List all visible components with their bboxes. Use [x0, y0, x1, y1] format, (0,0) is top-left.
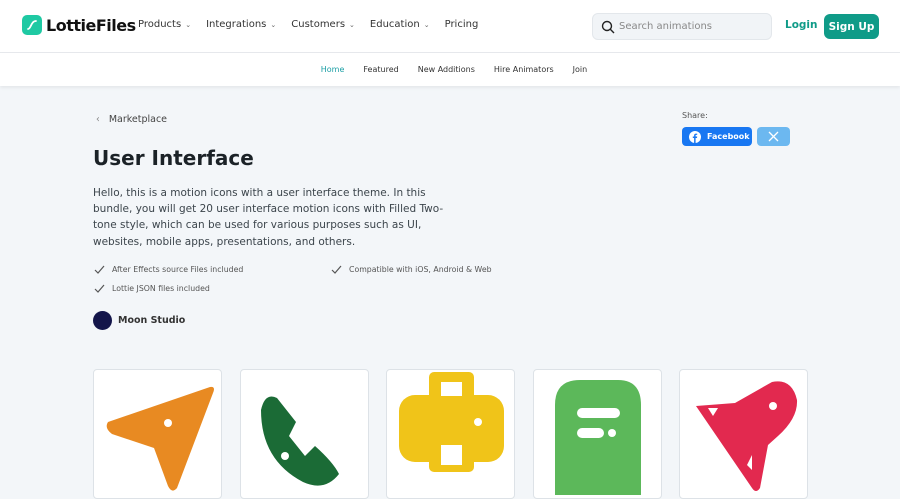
subnav-home[interactable]: Home: [321, 65, 345, 74]
feature-item: Compatible with iOS, Android & Web: [331, 265, 492, 274]
logo[interactable]: LottieFiles: [22, 15, 136, 35]
author-link[interactable]: Moon Studio: [93, 311, 185, 330]
chevron-down-icon: ⌄: [270, 21, 277, 29]
logo-icon: [22, 15, 42, 35]
search-icon: [601, 20, 615, 33]
feature-item: After Effects source Files included: [94, 265, 243, 274]
subnav-join[interactable]: Join: [573, 65, 588, 74]
login-link[interactable]: Login: [785, 19, 818, 31]
nav-label: Customers: [291, 19, 346, 30]
feature-label: Compatible with iOS, Android & Web: [349, 265, 492, 274]
nav-label: Education: [369, 19, 420, 30]
rocket-icon: [696, 381, 798, 491]
facebook-label: Facebook: [707, 132, 750, 141]
animation-card[interactable]: [240, 369, 369, 499]
top-bar: LottieFiles Products ⌄ Integrations ⌄ Cust…: [0, 0, 900, 53]
animation-card[interactable]: [679, 369, 808, 499]
facebook-share-button[interactable]: Facebook: [682, 127, 752, 146]
breadcrumb-label: Marketplace: [108, 114, 168, 125]
description: Hello, this is a motion icons with a use…: [93, 187, 444, 248]
facebook-icon: [689, 130, 701, 143]
nav-customers[interactable]: Customers ⌄: [291, 19, 355, 30]
avatar: [93, 311, 112, 330]
feature-item: Lottie JSON files included: [94, 284, 210, 293]
check-icon: [94, 265, 105, 274]
send-icon: [106, 386, 214, 491]
chevron-down-icon: ⌄: [349, 21, 355, 29]
subnav-featured[interactable]: Featured: [363, 65, 398, 74]
check-icon: [94, 284, 105, 293]
share-label: Share:: [682, 111, 708, 120]
nav-integrations[interactable]: Integrations ⌄: [206, 19, 276, 30]
nav-education[interactable]: Education ⌄: [370, 19, 430, 30]
signup-button[interactable]: Sign Up: [824, 14, 879, 39]
search-input[interactable]: Search animations: [592, 13, 772, 40]
x-share-button[interactable]: [757, 127, 790, 146]
nav-pricing[interactable]: Pricing: [445, 19, 479, 30]
main-nav: Products ⌄ Integrations ⌄ Customers ⌄ Educa…: [138, 19, 478, 30]
nav-products[interactable]: Products ⌄: [138, 19, 191, 30]
chevron-left-icon: ‹: [96, 114, 100, 125]
briefcase-icon: [399, 372, 504, 472]
animation-card[interactable]: [93, 369, 222, 499]
nav-label: Integrations: [206, 19, 267, 30]
ghost-chat-icon: [555, 380, 641, 495]
check-icon: [331, 265, 342, 274]
chevron-down-icon: ⌄: [185, 21, 192, 29]
animation-card[interactable]: [386, 369, 515, 499]
feature-label: Lottie JSON files included: [112, 284, 210, 293]
chevron-down-icon: ⌄: [423, 21, 430, 29]
x-icon: [768, 131, 779, 142]
nav-label: Products: [138, 19, 182, 30]
page-title: User Interface: [93, 146, 254, 170]
animation-card[interactable]: [533, 369, 662, 499]
subnav-hire-animators[interactable]: Hire Animators: [494, 65, 554, 74]
author-name: Moon Studio: [118, 315, 186, 326]
search-placeholder: Search animations: [619, 21, 713, 32]
subnav-new-additions[interactable]: New Additions: [418, 65, 475, 74]
breadcrumb[interactable]: ‹ Marketplace: [96, 114, 167, 125]
phone-icon: [261, 396, 339, 486]
sub-nav: Home Featured New Additions Hire Animato…: [0, 53, 900, 86]
logo-text: LottieFiles: [46, 15, 136, 35]
feature-label: After Effects source Files included: [112, 265, 244, 274]
